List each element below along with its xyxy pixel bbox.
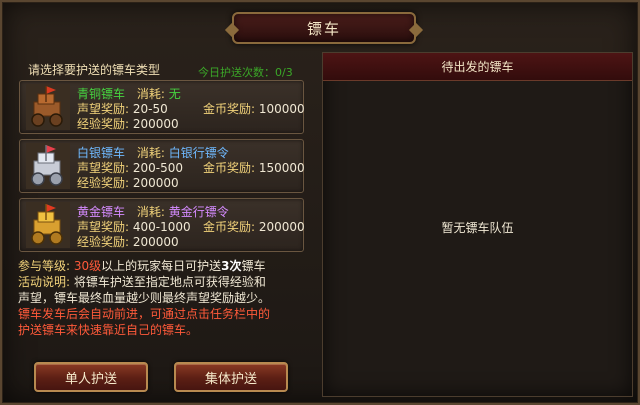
cost-value: 无 <box>168 87 181 101</box>
cart-selection-panel: 请选择要护送的镖车类型 今日护送次数：0/3 青铜镖车 消耗: 无 声望奖励: … <box>11 52 311 395</box>
warning-text-2: 护送镖车来快速靠近自己的镖车。 <box>18 323 199 337</box>
gold-value: 200000 <box>258 220 305 234</box>
gold-value: 100000 <box>258 102 305 116</box>
exp-value: 200000 <box>132 235 179 249</box>
cart-option-bronze[interactable]: 青铜镖车 消耗: 无 声望奖励: 20-50 金币奖励: 100000 经验奖励… <box>19 80 305 134</box>
cost-label: 消耗: <box>136 146 165 160</box>
prestige-value: 200-500 <box>132 161 184 175</box>
warning-text-1: 镖车发车后会自动前进，可通过点击任务栏中的 <box>18 307 271 321</box>
exp-label: 经验奖励: <box>77 235 130 249</box>
exp-label: 经验奖励: <box>77 176 130 190</box>
desc-text-2: 声望，镖车最终血量越少则最终声望奖励越少。 <box>18 291 271 305</box>
desc-text-1: 将镖车护送至指定地点可获得经验和 <box>73 275 266 289</box>
cost-label: 消耗: <box>136 87 165 101</box>
level-requirement: 参与等级: 30级以上的玩家每日可护送3次镖车 <box>18 258 308 274</box>
gold-cart-icon <box>26 202 70 248</box>
window-title: 镖车 <box>306 19 341 38</box>
title-bar: 镖车 <box>224 12 424 44</box>
level-label: 参与等级: <box>18 259 71 273</box>
prestige-value: 20-50 <box>132 102 168 116</box>
cart-name: 黄金镖车 <box>77 205 126 219</box>
daily-escort-count: 今日护送次数：0/3 <box>198 66 293 79</box>
cart-option-gold[interactable]: 黄金镖车 消耗: 黄金行镖令 声望奖励: 400-1000 金币奖励: 2000… <box>19 198 305 252</box>
team-escort-button[interactable]: 集体护送 <box>174 362 288 392</box>
select-prompt: 请选择要护送的镖车类型 <box>28 63 161 77</box>
gold-value: 150000 <box>258 161 305 175</box>
empty-state-text: 暂无镖车队伍 <box>441 221 514 235</box>
exp-label: 经验奖励: <box>77 117 130 131</box>
bronze-cart-icon <box>26 84 70 130</box>
prestige-value: 400-1000 <box>132 220 191 234</box>
gold-label: 金币奖励: <box>203 220 256 234</box>
pending-carts-header: 待出发的镖车 <box>323 53 632 81</box>
exp-value: 200000 <box>132 117 179 131</box>
prestige-label: 声望奖励: <box>77 220 130 234</box>
pending-carts-panel: 待出发的镖车 暂无镖车队伍 <box>322 52 633 397</box>
cart-name: 白银镖车 <box>77 146 126 160</box>
cost-label: 消耗: <box>136 205 165 219</box>
level-text-end: 镖车 <box>241 259 266 273</box>
cart-name: 青铜镖车 <box>77 87 126 101</box>
cost-value: 黄金行镖令 <box>168 205 229 219</box>
solo-escort-button[interactable]: 单人护送 <box>34 362 148 392</box>
desc-label: 活动说明: <box>18 275 71 289</box>
event-description: 活动说明: 将镖车护送至指定地点可获得经验和 <box>18 274 308 290</box>
prestige-label: 声望奖励: <box>77 102 130 116</box>
gold-label: 金币奖励: <box>203 161 256 175</box>
cart-option-silver[interactable]: 白银镖车 消耗: 白银行镖令 声望奖励: 200-500 金币奖励: 15000… <box>19 139 305 193</box>
gold-label: 金币奖励: <box>203 102 256 116</box>
exp-value: 200000 <box>132 176 179 190</box>
event-info: 参与等级: 30级以上的玩家每日可护送3次镖车 活动说明: 将镖车护送至指定地点… <box>18 258 308 338</box>
prestige-label: 声望奖励: <box>77 161 130 175</box>
level-text: 以上的玩家每日可护送 <box>101 259 222 273</box>
cost-value: 白银行镖令 <box>168 146 229 160</box>
silver-cart-icon <box>26 143 70 189</box>
level-value: 30级 <box>73 259 102 273</box>
level-times: 3次 <box>221 259 242 273</box>
